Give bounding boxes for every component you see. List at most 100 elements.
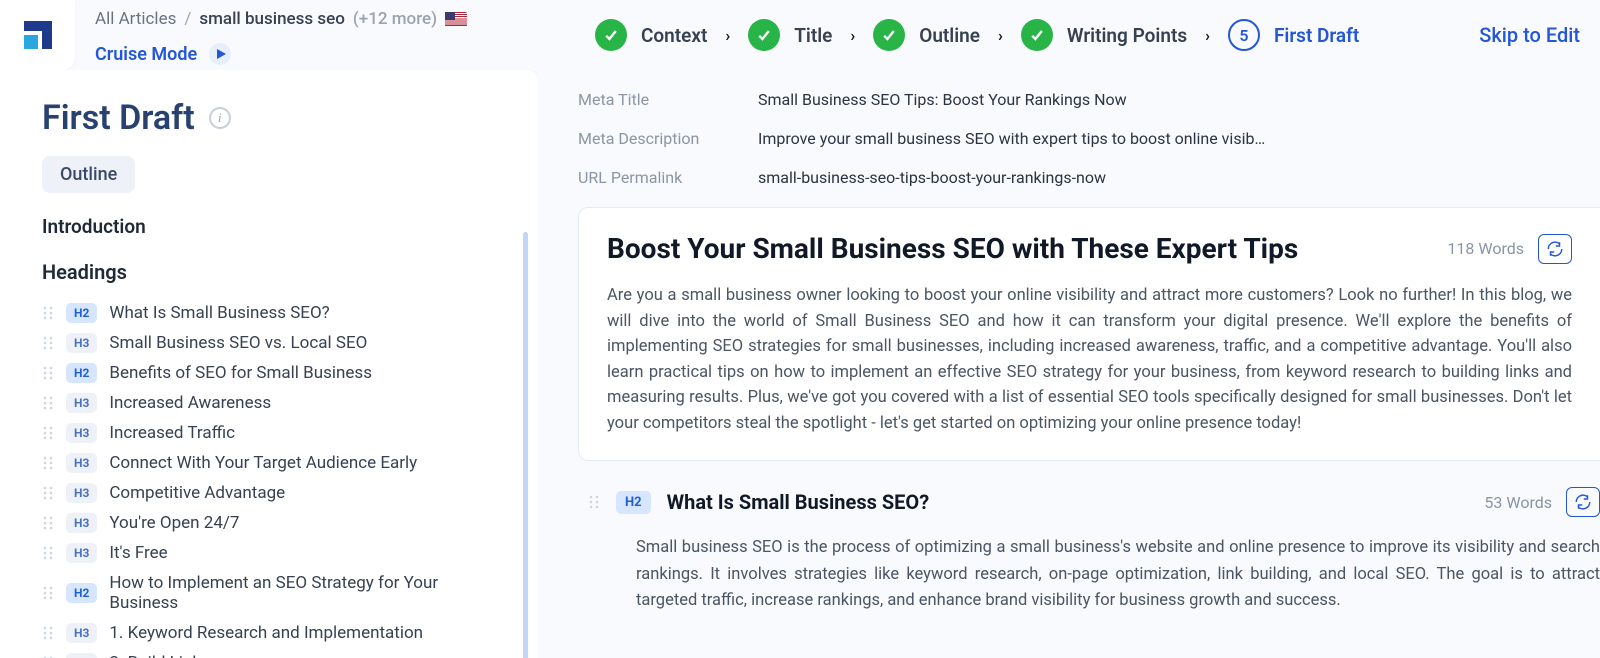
meta-title-label: Meta Title bbox=[578, 90, 758, 109]
check-icon bbox=[1021, 19, 1053, 51]
main-content: Meta Title Small Business SEO Tips: Boos… bbox=[538, 70, 1600, 658]
info-icon[interactable]: i bbox=[209, 107, 231, 129]
chevron-right-icon: › bbox=[998, 26, 1003, 45]
outline-item[interactable]: H3Increased Awareness bbox=[42, 388, 510, 418]
drag-handle-icon[interactable] bbox=[42, 515, 54, 531]
outline-pill[interactable]: Outline bbox=[42, 156, 135, 193]
step-outline[interactable]: Outline bbox=[873, 19, 980, 51]
step-label: First Draft bbox=[1274, 24, 1359, 47]
meta-description-value[interactable]: Improve your small business SEO with exp… bbox=[758, 129, 1265, 148]
heading-tag-badge: H3 bbox=[66, 423, 97, 443]
heading-tag-badge: H2 bbox=[66, 583, 97, 603]
section-block: H2 What Is Small Business SEO? 53 Words … bbox=[578, 487, 1600, 614]
drag-handle-icon[interactable] bbox=[588, 494, 600, 510]
meta-title-row: Meta Title Small Business SEO Tips: Boos… bbox=[578, 90, 1600, 109]
step-writing-points[interactable]: Writing Points bbox=[1021, 19, 1187, 51]
drag-handle-icon[interactable] bbox=[42, 305, 54, 321]
outline-item-label: Increased Awareness bbox=[109, 393, 271, 413]
step-label: Title bbox=[794, 24, 832, 47]
play-icon[interactable] bbox=[209, 43, 231, 65]
refresh-icon bbox=[1574, 493, 1592, 511]
introduction-heading[interactable]: Introduction bbox=[42, 215, 510, 238]
outline-item[interactable]: H3 You're Open 24/7 bbox=[42, 508, 510, 538]
drag-handle-icon[interactable] bbox=[42, 455, 54, 471]
outline-item[interactable]: H3 Increased Traffic bbox=[42, 418, 510, 448]
logo-icon bbox=[20, 17, 56, 53]
check-icon bbox=[748, 19, 780, 51]
chevron-right-icon: › bbox=[850, 26, 855, 45]
chevron-right-icon: › bbox=[1205, 26, 1210, 45]
flag-us-icon[interactable] bbox=[445, 12, 467, 27]
drag-handle-icon[interactable] bbox=[42, 545, 54, 561]
drag-handle-icon[interactable] bbox=[42, 335, 54, 351]
check-icon bbox=[873, 19, 905, 51]
headings-label: Headings bbox=[42, 260, 510, 284]
section-body[interactable]: Small business SEO is the process of opt… bbox=[588, 535, 1600, 614]
drag-handle-icon[interactable] bbox=[42, 425, 54, 441]
outline-item[interactable]: H3Connect With Your Target Audience Earl… bbox=[42, 448, 510, 478]
outline-item-label: Small Business SEO vs. Local SEO bbox=[109, 333, 367, 353]
section-word-count: 53 Words bbox=[1484, 493, 1552, 512]
meta-url-value[interactable]: small-business-seo-tips-boost-your-ranki… bbox=[758, 168, 1106, 187]
page-title: First Draft bbox=[42, 98, 195, 138]
meta-title-value[interactable]: Small Business SEO Tips: Boost Your Rank… bbox=[758, 90, 1127, 109]
heading-tag-badge: H3 bbox=[66, 653, 97, 658]
refresh-icon bbox=[1546, 240, 1564, 258]
outline-item-label: 1. Keyword Research and Implementation bbox=[109, 623, 423, 643]
refresh-button[interactable] bbox=[1538, 234, 1572, 264]
stepper: Context › Title › Outline › Writing Poin… bbox=[495, 19, 1459, 51]
outline-item[interactable]: H3 Competitive Advantage bbox=[42, 478, 510, 508]
step-number-icon: 5 bbox=[1228, 19, 1260, 51]
breadcrumb: All Articles / small business seo (+12 m… bbox=[95, 5, 495, 65]
outline-item[interactable]: H3 1. Keyword Research and Implementation bbox=[42, 618, 510, 648]
meta-url-row: URL Permalink small-business-seo-tips-bo… bbox=[578, 168, 1600, 187]
drag-handle-icon[interactable] bbox=[42, 485, 54, 501]
scrollbar[interactable] bbox=[523, 232, 528, 658]
breadcrumb-all[interactable]: All Articles bbox=[95, 9, 176, 29]
heading-tag-badge: H3 bbox=[66, 333, 97, 353]
section-title: What Is Small Business SEO? bbox=[667, 490, 930, 514]
step-first-draft[interactable]: 5 First Draft bbox=[1228, 19, 1359, 51]
heading-tag-badge: H3 bbox=[66, 483, 97, 503]
breadcrumb-topic[interactable]: small business seo bbox=[199, 9, 345, 29]
logo[interactable] bbox=[0, 0, 75, 70]
outline-item[interactable]: H3 2. Build Links bbox=[42, 648, 510, 658]
outline-item[interactable]: H2What Is Small Business SEO? bbox=[42, 298, 510, 328]
outline-item-label: It's Free bbox=[109, 543, 167, 563]
breadcrumb-more[interactable]: (+12 more) bbox=[353, 9, 437, 29]
heading-tag-badge: H3 bbox=[66, 623, 97, 643]
step-title[interactable]: Title bbox=[748, 19, 832, 51]
article-word-count: 118 Words bbox=[1447, 239, 1524, 258]
outline-item-label: How to Implement an SEO Strategy for You… bbox=[109, 573, 510, 613]
step-context[interactable]: Context bbox=[595, 19, 707, 51]
cruise-mode-button[interactable]: Cruise Mode bbox=[95, 44, 197, 65]
outline-item[interactable]: H2Benefits of SEO for Small Business bbox=[42, 358, 510, 388]
step-label: Context bbox=[641, 24, 707, 47]
chevron-right-icon: › bbox=[725, 26, 730, 45]
breadcrumb-separator: / bbox=[184, 9, 191, 29]
heading-tag-badge: H3 bbox=[66, 513, 97, 533]
drag-handle-icon[interactable] bbox=[42, 625, 54, 641]
meta-url-label: URL Permalink bbox=[578, 168, 758, 187]
sidebar: First Draft i Outline Introduction Headi… bbox=[0, 70, 538, 658]
meta-description-row: Meta Description Improve your small busi… bbox=[578, 129, 1600, 148]
refresh-button[interactable] bbox=[1566, 487, 1600, 517]
skip-to-edit-button[interactable]: Skip to Edit bbox=[1479, 23, 1580, 47]
drag-handle-icon[interactable] bbox=[42, 585, 54, 601]
article-title: Boost Your Small Business SEO with These… bbox=[607, 232, 1298, 265]
outline-item[interactable]: H3 Small Business SEO vs. Local SEO bbox=[42, 328, 510, 358]
heading-tag-badge: H3 bbox=[66, 543, 97, 563]
outline-item[interactable]: H3 It's Free bbox=[42, 538, 510, 568]
outline-item-label: You're Open 24/7 bbox=[109, 513, 239, 533]
outline-item[interactable]: H2 How to Implement an SEO Strategy for Y… bbox=[42, 568, 510, 618]
article-card: Boost Your Small Business SEO with These… bbox=[578, 207, 1600, 461]
outline-item-label: Competitive Advantage bbox=[109, 483, 285, 503]
outline-item-label: Benefits of SEO for Small Business bbox=[109, 363, 372, 383]
outline-item-label: Increased Traffic bbox=[109, 423, 235, 443]
outline-tree: H2What Is Small Business SEO? H3 Small Bus… bbox=[42, 298, 510, 658]
check-icon bbox=[595, 19, 627, 51]
drag-handle-icon[interactable] bbox=[42, 365, 54, 381]
article-body[interactable]: Are you a small business owner looking t… bbox=[607, 283, 1572, 436]
outline-item-label: 2. Build Links bbox=[109, 653, 209, 658]
drag-handle-icon[interactable] bbox=[42, 395, 54, 411]
